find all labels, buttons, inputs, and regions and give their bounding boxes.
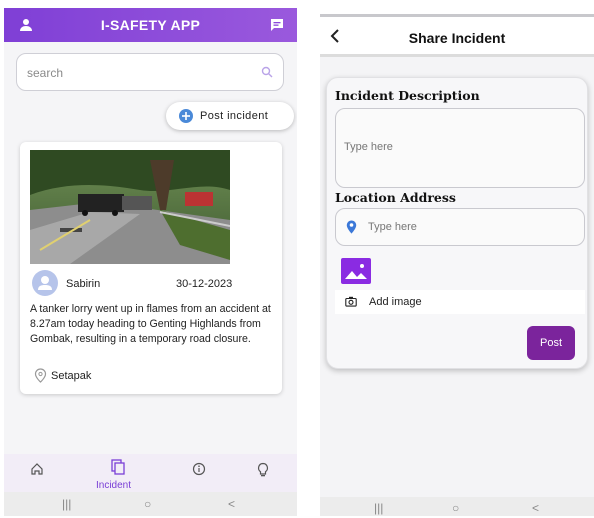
recent-apps-button[interactable]: ||| — [62, 497, 71, 511]
chat-icon[interactable] — [269, 17, 285, 33]
share-incident-screen: Share Incident Incident Description Type… — [320, 14, 594, 516]
incident-feed-screen: I-SAFETY APP search Post incident Sabiri… — [4, 8, 297, 516]
add-image-button[interactable]: Add image — [335, 290, 585, 314]
share-incident-form: Incident Description Type here Location … — [326, 77, 588, 369]
add-icon — [179, 109, 193, 123]
search-icon[interactable] — [261, 66, 273, 78]
nav-label-incident[interactable]: Incident — [96, 480, 131, 491]
username: Sabirin — [66, 278, 101, 290]
avatar[interactable] — [32, 270, 58, 296]
back-button[interactable]: < — [228, 497, 235, 511]
description-field[interactable]: Type here — [335, 108, 585, 188]
location-placeholder: Type here — [368, 221, 417, 233]
incident-icon[interactable] — [110, 458, 126, 476]
home-button[interactable]: ○ — [144, 497, 151, 511]
location-pin-icon — [346, 220, 357, 234]
description-label: Incident Description — [335, 88, 480, 103]
incident-description: A tanker lorry went up in flames from an… — [30, 303, 271, 345]
incident-photo — [30, 150, 230, 264]
search-input[interactable]: search — [16, 53, 284, 91]
post-incident-label: Post incident — [200, 110, 269, 122]
incident-card[interactable]: Sabirin 30-12-2023 A tanker lorry went u… — [20, 142, 282, 394]
add-image-label: Add image — [369, 296, 422, 308]
post-button[interactable]: Post — [527, 326, 575, 360]
location-name: Setapak — [51, 370, 92, 382]
back-button[interactable]: < — [532, 501, 539, 515]
location-pin-icon — [34, 368, 47, 383]
header: Share Incident — [320, 17, 594, 57]
search-placeholder: search — [27, 66, 64, 80]
bottom-nav: Incident — [4, 454, 297, 494]
recent-apps-button[interactable]: ||| — [374, 501, 383, 515]
system-nav-bar: ||| ○ < — [320, 497, 594, 516]
image-icon[interactable] — [341, 258, 371, 284]
app-bar: I-SAFETY APP — [4, 8, 297, 42]
location-field[interactable]: Type here — [335, 208, 585, 246]
post-incident-button[interactable]: Post incident — [166, 102, 294, 130]
home-button[interactable]: ○ — [452, 501, 459, 515]
app-title: I-SAFETY APP — [100, 17, 201, 33]
location-label: Location Address — [335, 190, 456, 205]
page-title: Share Incident — [408, 30, 506, 46]
camera-icon — [345, 296, 357, 307]
home-icon[interactable] — [30, 462, 44, 476]
info-icon[interactable] — [192, 462, 206, 476]
lightbulb-icon[interactable] — [256, 462, 270, 478]
incident-date: 30-12-2023 — [176, 278, 233, 290]
system-nav-bar: ||| ○ < — [4, 492, 297, 516]
description-placeholder: Type here — [344, 141, 393, 153]
